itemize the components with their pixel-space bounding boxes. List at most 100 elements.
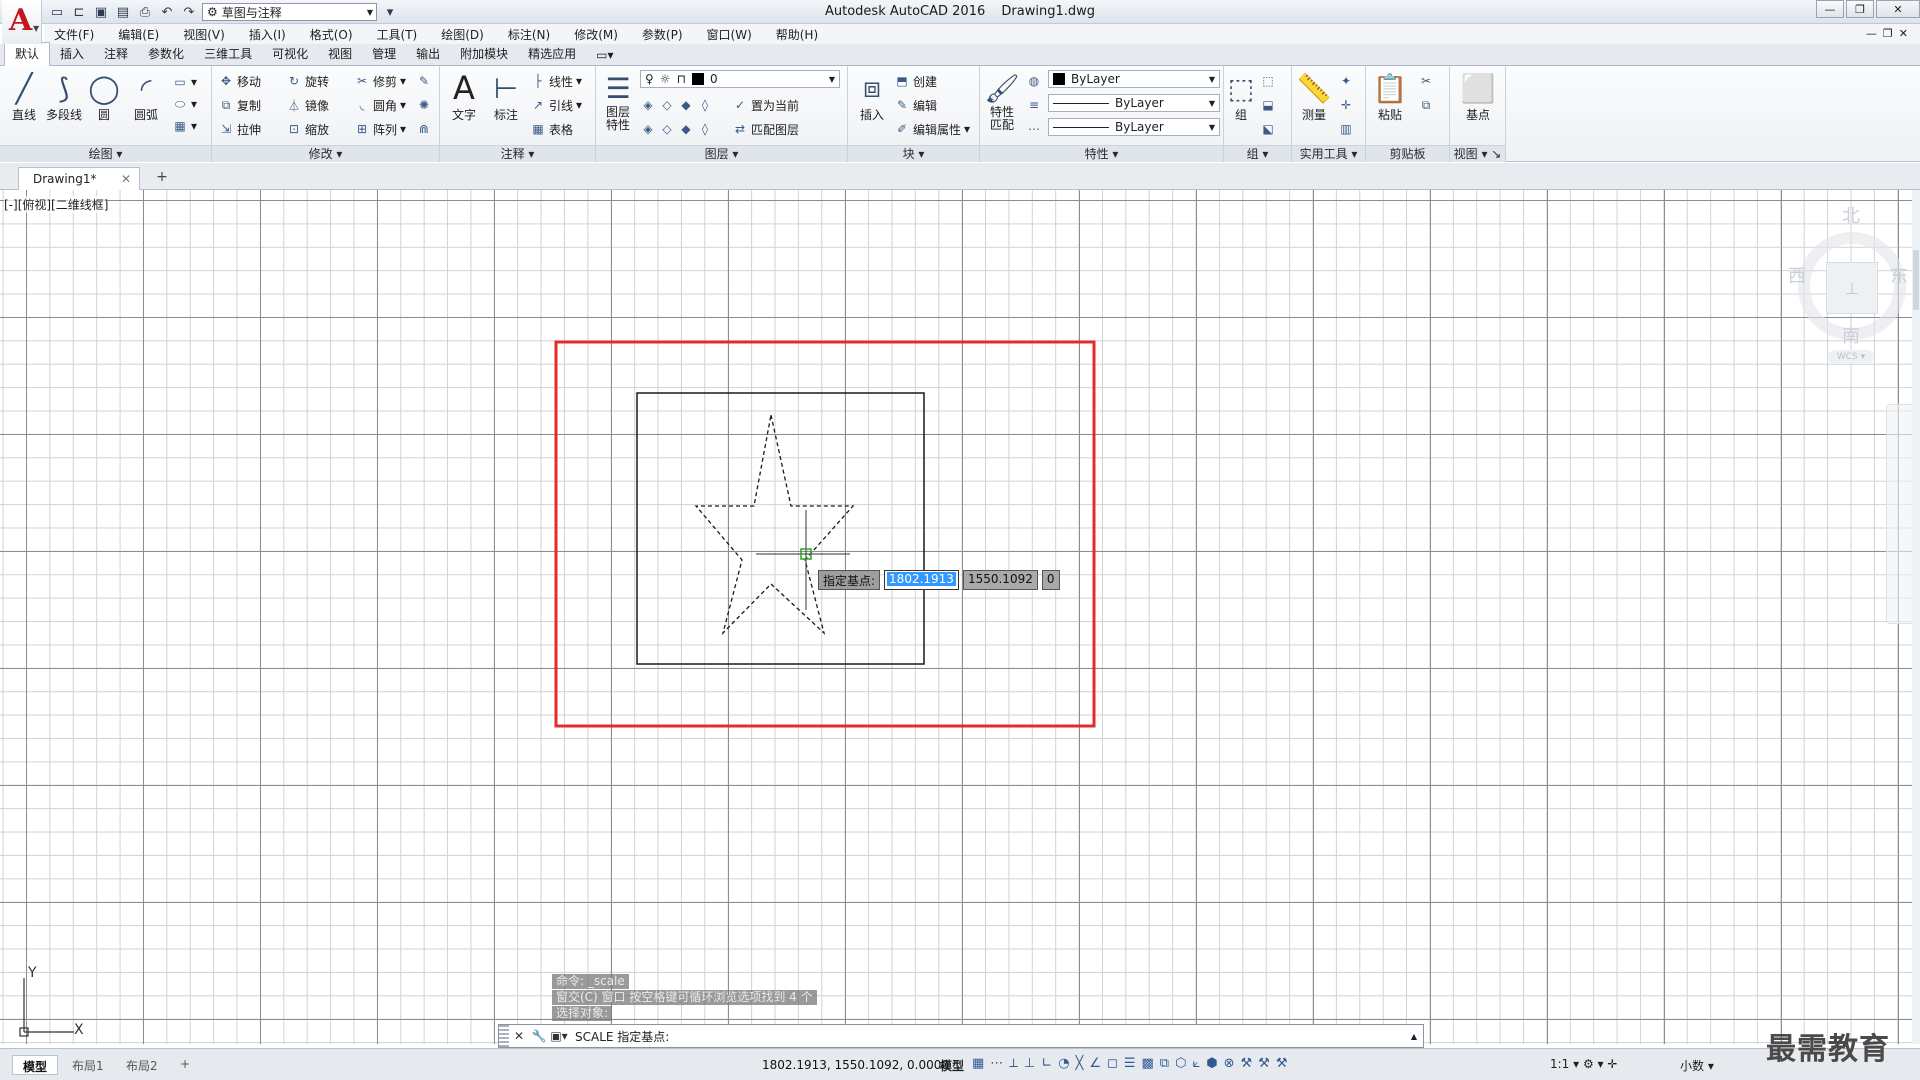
wrench-icon[interactable]: 🔧 <box>529 1025 549 1047</box>
menu-modify[interactable]: 修改(M) <box>574 26 618 43</box>
dynamic-ucs-icon[interactable]: ⟀ <box>1192 1056 1200 1071</box>
trim-button[interactable]: ✂ 修剪 ▾ <box>354 71 406 91</box>
command-line[interactable]: ✕ 🔧 ▣▾ SCALE 指定基点: ▲ <box>498 1024 1424 1048</box>
ortho-icon[interactable]: ∟ <box>1041 1056 1052 1071</box>
mirror-button[interactable]: ⏃ 镜像 <box>286 95 329 115</box>
annotation-scale-icon[interactable]: ⚒ <box>1276 1056 1288 1071</box>
auto-scale-icon[interactable]: ⚒ <box>1258 1056 1270 1071</box>
document-tab[interactable]: Drawing1* ✕ <box>18 167 140 190</box>
layer-select[interactable]: ♀ ☼ ⊓ 0 ▼ <box>640 70 840 88</box>
layer-tools-row1[interactable]: ◈ ◇ ◆ ◊ <box>640 95 713 115</box>
rectangle-object[interactable] <box>636 392 925 665</box>
tab-view[interactable]: 视图 <box>318 43 362 65</box>
dynamic-input-y[interactable]: 1550.1092 <box>962 570 1038 590</box>
lineweight-button[interactable]: ≡ <box>1026 95 1042 115</box>
tab-3d-tools[interactable]: 三维工具 <box>194 43 262 65</box>
cut-button[interactable]: ✂ <box>1418 71 1434 91</box>
arc-button[interactable]: ◜ 圆弧 <box>126 70 166 123</box>
menu-insert[interactable]: 插入(I) <box>249 26 286 43</box>
fillet-button[interactable]: ◟ 圆角 ▾ <box>354 95 406 115</box>
leader-button[interactable]: ↗ 引线 ▾ <box>530 95 582 115</box>
tab-home[interactable]: 默认 <box>4 42 51 66</box>
3d-object-snap-icon[interactable]: ⬡ <box>1175 1056 1186 1071</box>
gizmo-icon[interactable]: ⊗ <box>1224 1056 1235 1071</box>
new-tab-button[interactable]: + <box>152 169 172 187</box>
tab-addins[interactable]: 附加模块 <box>450 43 518 65</box>
hatch-button[interactable]: ▦ ▾ <box>172 116 197 136</box>
dynamic-input-icon[interactable]: ⊥ <box>1024 1056 1035 1071</box>
menu-format[interactable]: 格式(O) <box>310 26 353 43</box>
linetype-button[interactable]: ⋯ <box>1026 119 1042 139</box>
tab-featured-apps[interactable]: 精选应用 <box>518 43 586 65</box>
linear-button[interactable]: ├ 线性 ▾ <box>530 71 582 91</box>
insert-block-button[interactable]: ⧈ 插入 <box>852 70 892 123</box>
compass-west[interactable]: 西 <box>1788 262 1806 288</box>
line-button[interactable]: ╱ 直线 <box>4 70 44 123</box>
object-snap-icon[interactable]: ◻ <box>1107 1056 1118 1071</box>
layout-tab-model[interactable]: 模型 <box>12 1055 59 1075</box>
chevron-up-icon[interactable]: ▲ <box>1411 1032 1417 1041</box>
units-select[interactable]: 小数 ▾ <box>1680 1057 1714 1074</box>
annotation-visibility-icon[interactable]: ⚒ <box>1241 1056 1253 1071</box>
dimension-button[interactable]: ⊢ 标注 <box>486 70 526 123</box>
match-layer-button[interactable]: ⇄ 匹配图层 <box>732 119 799 139</box>
panel-utilities-title[interactable]: 实用工具 ▾ <box>1292 145 1365 162</box>
copy-button[interactable]: ⧉ 复制 <box>218 95 261 115</box>
erase-button[interactable]: ✎ <box>416 71 432 91</box>
model-space-button[interactable]: 模型 <box>940 1057 964 1074</box>
tab-annotate[interactable]: 注释 <box>94 43 138 65</box>
quick-select-button[interactable]: ✦ <box>1338 71 1354 91</box>
minimize-button[interactable]: — <box>1816 0 1844 18</box>
selection-cycling-icon[interactable]: ⧉ <box>1160 1056 1169 1071</box>
panel-modify-title[interactable]: 修改 ▾ <box>212 145 439 162</box>
text-button[interactable]: A 文字 <box>444 69 484 123</box>
offset-button[interactable]: ⋒ <box>416 119 432 139</box>
paste-button[interactable]: 📋 粘贴 <box>1370 70 1410 123</box>
wcs-menu[interactable]: WCS ▾ <box>1828 350 1874 364</box>
rotate-button[interactable]: ↻ 旋转 <box>286 71 329 91</box>
menu-view[interactable]: 视图(V) <box>183 26 225 43</box>
isodraft-icon[interactable]: ╳ <box>1076 1056 1084 1071</box>
color-select[interactable]: ByLayer ▼ <box>1048 70 1220 88</box>
tab-output[interactable]: 输出 <box>406 43 450 65</box>
group-edit-button[interactable]: ⬓ <box>1260 95 1276 115</box>
panel-view-title[interactable]: 视图 ▾ ↘ <box>1450 145 1505 162</box>
rectangle-button[interactable]: ▭ ▾ <box>172 72 197 92</box>
restore-button[interactable]: ❐ <box>1846 0 1874 18</box>
scale-button[interactable]: ⊡ 缩放 <box>286 119 329 139</box>
viewcube[interactable]: 北 南 东 西 ⊥ WCS ▾ <box>1778 202 1908 382</box>
panel-clipboard-title[interactable]: 剪贴板 <box>1366 145 1449 162</box>
panel-group-title[interactable]: 组 ▾ <box>1224 145 1291 162</box>
panel-properties-title[interactable]: 特性 ▾ <box>980 145 1223 162</box>
application-menu-button[interactable]: A ▼ <box>2 0 42 44</box>
move-button[interactable]: ✥ 移动 <box>218 71 261 91</box>
group-select-button[interactable]: ⬕ <box>1260 119 1276 139</box>
menu-parametric[interactable]: 参数(P) <box>642 26 683 43</box>
explode-button[interactable]: ✺ <box>416 95 432 115</box>
edit-block-button[interactable]: ✎ 编辑 <box>894 95 937 115</box>
menu-edit[interactable]: 编辑(E) <box>118 26 159 43</box>
grid-icon[interactable]: ▦ <box>972 1056 984 1071</box>
point-id-button[interactable]: ✛ <box>1338 95 1354 115</box>
transparency-icon[interactable]: ▩ <box>1141 1056 1153 1071</box>
command-line-grip[interactable] <box>499 1025 509 1047</box>
vertical-scrollbar[interactable] <box>1912 190 1920 1044</box>
lineweight-select[interactable]: ByLayer ▼ <box>1048 94 1220 112</box>
drawing-canvas[interactable]: [-][俯视][二维线框] 指定基点: 1802.1913 1550.1092 … <box>0 190 1920 1044</box>
layer-tools-row2[interactable]: ◈ ◇ ◆ ◊ <box>640 119 713 139</box>
layer-properties-button[interactable]: ☰ 图层 特性 <box>598 70 638 132</box>
circle-button[interactable]: ◯ 圆 <box>84 70 124 123</box>
tab-parametric[interactable]: 参数化 <box>138 43 194 65</box>
menu-tools[interactable]: 工具(T) <box>377 26 418 43</box>
color-wheel-button[interactable]: ◍ <box>1026 71 1042 91</box>
tab-insert[interactable]: 插入 <box>50 43 94 65</box>
ribbon-toggle-icon[interactable]: ▭▾ <box>586 46 623 65</box>
tab-manage[interactable]: 管理 <box>362 43 406 65</box>
menu-dimension[interactable]: 标注(N) <box>508 26 550 43</box>
snap-icon[interactable]: ⋯ <box>990 1056 1003 1071</box>
array-button[interactable]: ⊞ 阵列 ▾ <box>354 119 406 139</box>
object-snap-tracking-icon[interactable]: ∠ <box>1089 1056 1101 1071</box>
add-layout-button[interactable]: + <box>170 1055 200 1075</box>
menu-help[interactable]: 帮助(H) <box>776 26 818 43</box>
menu-window[interactable]: 窗口(W) <box>707 26 752 43</box>
